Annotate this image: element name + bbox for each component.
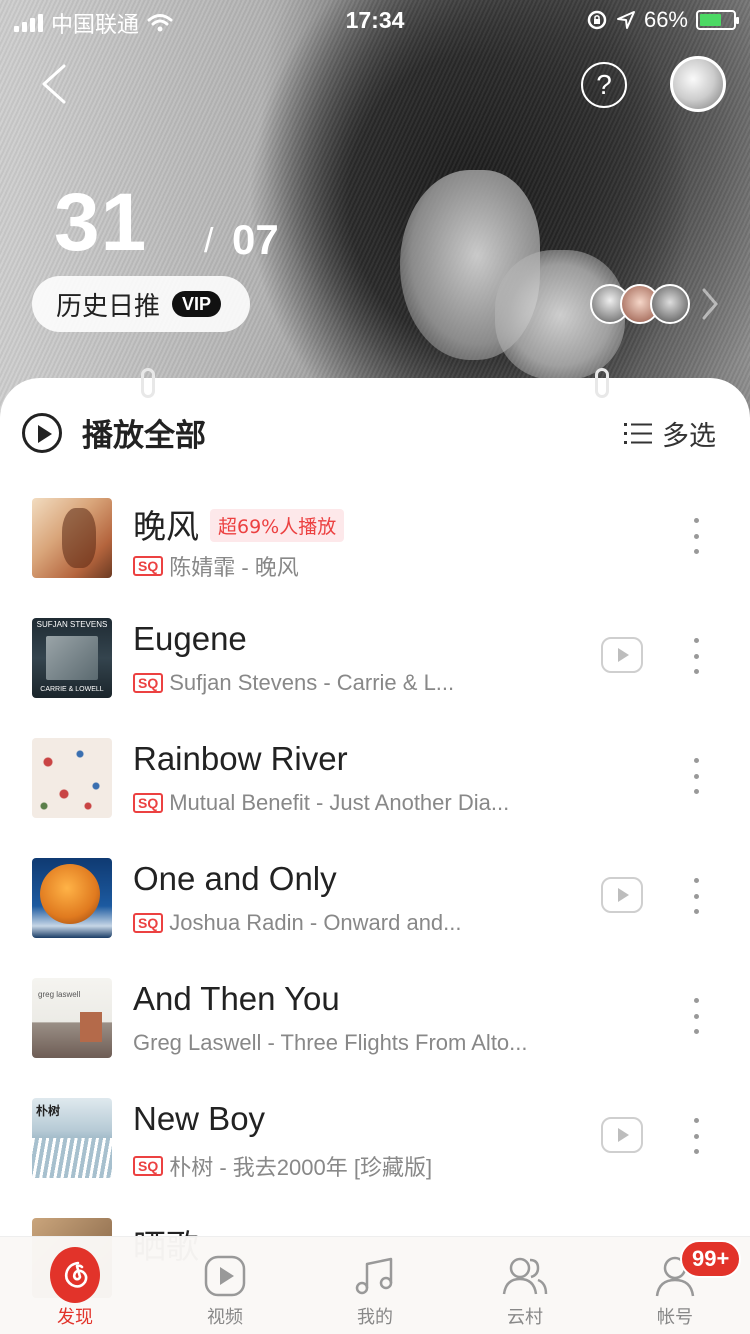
mv-play-icon[interactable] [601,637,643,673]
more-options-icon[interactable] [690,998,702,1034]
status-bar: 中国联通 17:34 66% [0,0,750,40]
notification-badge: 99+ [680,1240,742,1278]
decorative-hook [595,368,609,398]
battery-icon [696,10,739,30]
play-all-label: 播放全部 [82,418,206,454]
sq-badge: SQ [133,913,164,933]
more-options-icon[interactable] [690,638,702,674]
tab-discover[interactable]: 发现 [0,1237,150,1334]
tab-label: 发现 [57,1307,93,1328]
tab-label: 视频 [207,1307,243,1328]
album-cover [32,498,112,578]
song-title: One and Only [133,860,337,897]
video-icon [204,1255,246,1297]
tab-label: 帐号 [657,1307,693,1328]
back-icon[interactable] [36,62,76,106]
song-artist-album: Mutual Benefit - Just Another Dia... [169,790,510,815]
tab-label: 云村 [507,1307,543,1328]
history-recommend-button[interactable]: 历史日推 VIP [32,276,250,332]
location-icon [616,11,635,29]
multi-select-button[interactable]: 多选 [624,414,716,453]
song-artist-album: Sufjan Stevens - Carrie & L... [169,670,455,695]
music-note-icon [355,1257,393,1295]
album-cover: greg laswell [32,978,112,1058]
album-cover [32,738,112,818]
song-row[interactable]: One and Only SQ Joshua Radin - Onward an… [0,838,750,958]
decorative-hook [141,368,155,398]
tab-community[interactable]: 云村 [450,1237,600,1334]
chevron-right-icon[interactable] [698,286,722,322]
user-avatar[interactable] [670,56,726,112]
song-artist-album: 陈婧霏 - 晚风 [169,555,299,580]
tab-video[interactable]: 视频 [150,1237,300,1334]
more-options-icon[interactable] [690,758,702,794]
sq-badge: SQ [133,556,164,576]
song-artist-album: Greg Laswell - Three Flights From Alto..… [133,1030,528,1055]
battery-percent: 66% [643,7,688,32]
album-cover: 朴树 [32,1098,112,1178]
song-row[interactable]: greg laswell And Then You Greg Laswell -… [0,958,750,1078]
history-label: 历史日推 [56,291,161,322]
tab-label: 我的 [357,1307,393,1328]
mv-play-icon[interactable] [601,877,643,913]
rotation-lock-icon [587,10,607,30]
song-title: Eugene [133,620,247,657]
date-separator: / [204,222,214,260]
friends-avatars[interactable] [590,284,690,324]
more-options-icon[interactable] [690,518,702,554]
song-title: And Then You [133,980,340,1017]
friends-icon [502,1257,548,1295]
album-cover [32,858,112,938]
mv-play-icon[interactable] [601,1117,643,1153]
tab-bar: 发现 视频 我的 云村 帐号 [0,1236,750,1334]
friend-avatar [650,284,690,324]
cover-text: SUFJAN STEVENS [36,620,108,629]
date-day: 31 [54,177,148,268]
cover-text: 朴树 [36,1104,61,1118]
song-title: Rainbow River [133,740,348,777]
song-row[interactable]: 朴树 New Boy SQ 朴树 - 我去2000年 [珍藏版] [0,1078,750,1198]
song-list: 晚风 超69%人播放 SQ 陈婧霏 - 晚风 SUFJAN STEVENS CA… [0,478,750,1318]
album-cover: SUFJAN STEVENS CARRIE & LOWELL [32,618,112,698]
cover-text: greg laswell [38,990,81,999]
song-artist-album: 朴树 - 我去2000年 [珍藏版] [169,1155,433,1180]
list-icon [624,422,652,444]
song-title: 晚风 [133,508,199,545]
sq-badge: SQ [133,673,164,693]
popularity-tag: 超69%人播放 [210,509,345,542]
song-row[interactable]: 晚风 超69%人播放 SQ 陈婧霏 - 晚风 [0,478,750,598]
multi-select-label: 多选 [662,421,716,452]
sq-badge: SQ [133,793,164,813]
vip-badge: VIP [172,291,222,317]
date-month: 07 [232,216,279,263]
more-options-icon[interactable] [690,878,702,914]
song-title: New Boy [133,1100,266,1137]
song-row[interactable]: SUFJAN STEVENS CARRIE & LOWELL Eugene SQ… [0,598,750,718]
play-all-button[interactable]: 播放全部 [22,410,206,455]
song-row[interactable]: Rainbow River SQ Mutual Benefit - Just A… [0,718,750,838]
netease-music-icon [50,1246,100,1303]
song-artist-album: Joshua Radin - Onward and... [169,910,462,935]
sq-badge: SQ [133,1156,164,1176]
list-toolbar: 播放全部 多选 [0,400,750,460]
cover-text: CARRIE & LOWELL [40,686,104,693]
play-circle-icon [22,412,62,453]
tab-mine[interactable]: 我的 [300,1237,450,1334]
date-display: 31 / 07 [54,176,279,270]
help-button[interactable]: ? [581,62,627,108]
more-options-icon[interactable] [690,1118,702,1154]
